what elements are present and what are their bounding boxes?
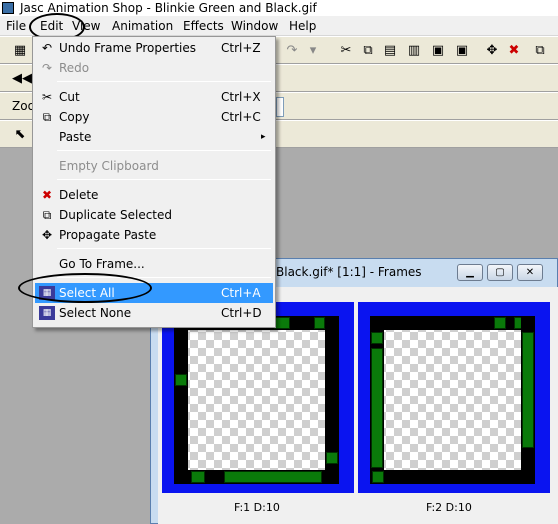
green-block (371, 332, 383, 344)
propagate-icon[interactable]: ✥ (484, 43, 500, 59)
close-button[interactable]: ✕ (517, 264, 543, 281)
green-block (191, 471, 205, 483)
bar-bottom (370, 470, 535, 484)
paste-new-icon[interactable]: ▥ (406, 43, 422, 59)
submenu-arrow-icon: ▸ (261, 132, 266, 142)
maximize-button[interactable]: ▢ (487, 264, 513, 281)
menu-item-shortcut: Ctrl+D (221, 306, 262, 320)
redo-icon: ↷ (41, 61, 53, 75)
bar-top (370, 316, 535, 330)
copy-icon[interactable]: ⧉ (360, 43, 376, 59)
menu-item-label: Empty Clipboard (59, 159, 159, 173)
menu-item-copy[interactable]: ⧉ Copy Ctrl+C (35, 107, 273, 127)
menu-item-label: Propagate Paste (59, 228, 157, 242)
green-bar (224, 471, 322, 483)
menu-item-select-none[interactable]: ▦ Select None Ctrl+D (35, 303, 273, 323)
undo-icon: ↶ (41, 41, 53, 55)
transparent-background (370, 316, 535, 484)
frame-2[interactable] (358, 302, 550, 493)
menu-item-shortcut: Ctrl+A (221, 286, 261, 300)
redo-icon[interactable]: ↷ (284, 43, 300, 59)
menu-item-undo[interactable]: ↶ Undo Frame Properties Ctrl+Z (35, 38, 273, 58)
select-none-icon: ▦ (39, 306, 55, 320)
menu-item-label: Paste (59, 130, 92, 144)
green-block (314, 317, 325, 329)
new-icon[interactable]: ▦ (12, 43, 28, 59)
green-block (175, 374, 187, 386)
menu-separator (57, 81, 271, 82)
menu-item-cut[interactable]: ✂ Cut Ctrl+X (35, 87, 273, 107)
menu-item-shortcut: Ctrl+Z (221, 41, 261, 55)
bar-left (174, 316, 188, 484)
green-block (326, 452, 338, 464)
dropdown-arrow-icon[interactable]: ▾ (305, 43, 321, 59)
arrow-tool-icon[interactable]: ⬉ (12, 127, 28, 143)
menu-help[interactable]: Help (289, 18, 316, 34)
menu-file[interactable]: File (6, 18, 26, 34)
duplicate-icon[interactable]: ⧉ (532, 43, 548, 59)
scissors-icon: ✂ (41, 90, 53, 104)
rewind-icon[interactable]: ◀◀ (12, 71, 32, 87)
menu-item-label: Cut (59, 90, 80, 104)
scissors-icon[interactable]: ✂ (338, 43, 354, 59)
green-bar (522, 332, 534, 448)
menu-effects[interactable]: Effects (183, 18, 224, 34)
menu-separator (57, 248, 271, 249)
menu-item-duplicate-selected[interactable]: ⧉ Duplicate Selected (35, 205, 273, 225)
menu-item-empty-clipboard[interactable]: Empty Clipboard (35, 156, 273, 176)
menu-animation[interactable]: Animation (112, 18, 173, 34)
menu-item-redo[interactable]: ↷ Redo (35, 58, 273, 78)
minimize-button[interactable]: ▁ (457, 264, 483, 281)
app-icon (2, 2, 14, 14)
menu-item-propagate-paste[interactable]: ✥ Propagate Paste (35, 225, 273, 245)
menu-item-shortcut: Ctrl+C (221, 110, 261, 124)
menu-item-label: Go To Frame... (59, 257, 145, 271)
green-block (274, 317, 290, 329)
menu-item-label: Delete (59, 188, 99, 202)
menu-item-label: Duplicate Selected (59, 208, 173, 222)
menu-item-label: Undo Frame Properties (59, 41, 197, 55)
green-block (372, 471, 384, 483)
delete-icon: ✖ (41, 188, 53, 202)
duplicate-icon: ⧉ (42, 208, 52, 222)
transparent-background (174, 316, 339, 484)
menu-item-label: Redo (59, 61, 90, 75)
title-bar: Jasc Animation Shop - Blinkie Green and … (0, 0, 558, 16)
propagate-icon: ✥ (41, 228, 53, 242)
zoom-field[interactable] (276, 97, 284, 117)
green-block (494, 317, 506, 329)
copy-icon: ⧉ (42, 110, 52, 124)
paste-after-icon[interactable]: ▣ (454, 43, 470, 59)
paste-before-icon[interactable]: ▣ (430, 43, 446, 59)
menu-item-paste[interactable]: Paste ▸ (35, 127, 273, 147)
menu-item-delete[interactable]: ✖ Delete (35, 185, 273, 205)
menu-window[interactable]: Window (231, 18, 278, 34)
frame-1-label: F:1 D:10 (234, 501, 280, 514)
frames-window-title: Black.gif* [1:1] - Frames (276, 265, 422, 279)
green-bar (371, 348, 383, 468)
select-all-highlight-ellipse (18, 273, 152, 303)
menu-separator (57, 179, 271, 180)
menu-item-label: Copy (59, 110, 90, 124)
delete-frame-icon[interactable]: ✖ (506, 43, 522, 59)
menu-separator (57, 150, 271, 151)
menu-item-shortcut: Ctrl+X (221, 90, 261, 104)
paste-icon[interactable]: ▤ (382, 43, 398, 59)
frame-1[interactable] (162, 302, 354, 493)
menu-item-label: Select None (59, 306, 132, 320)
menu-item-go-to-frame[interactable]: Go To Frame... (35, 254, 273, 274)
frame-2-label: F:2 D:10 (426, 501, 472, 514)
